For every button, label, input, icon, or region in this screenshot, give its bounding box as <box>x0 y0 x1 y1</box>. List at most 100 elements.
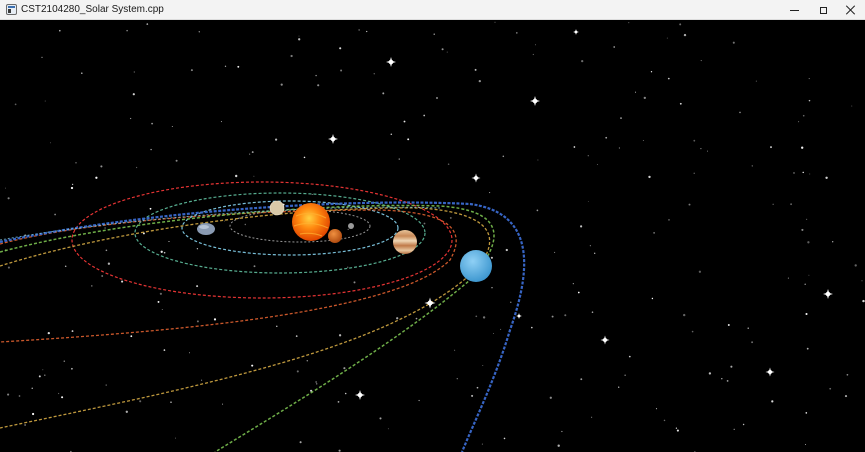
star <box>651 297 654 300</box>
star <box>244 223 247 226</box>
bright-star-core <box>825 291 831 297</box>
star <box>249 153 251 155</box>
star <box>730 365 733 368</box>
star <box>276 325 278 328</box>
star <box>801 228 804 231</box>
star <box>415 317 418 320</box>
star <box>573 146 576 148</box>
star <box>663 419 666 422</box>
star <box>700 147 702 150</box>
star <box>844 395 848 398</box>
star <box>275 138 278 141</box>
star <box>808 78 810 80</box>
star <box>596 164 598 165</box>
star <box>296 370 299 373</box>
star <box>642 140 644 141</box>
bright-star-core <box>330 136 336 142</box>
star <box>653 232 655 234</box>
star <box>742 423 745 426</box>
star <box>551 315 554 318</box>
star <box>854 264 857 267</box>
close-button[interactable] <box>835 0 865 20</box>
star <box>71 330 74 333</box>
star <box>81 72 83 74</box>
star <box>500 328 502 330</box>
star <box>481 443 483 445</box>
render-viewport[interactable] <box>0 20 865 452</box>
star <box>100 165 103 168</box>
star <box>403 120 406 123</box>
star <box>490 256 493 259</box>
planet-mars <box>328 229 342 243</box>
planet-uranus <box>460 250 492 282</box>
star <box>130 335 133 338</box>
star <box>149 207 152 210</box>
star <box>591 311 594 313</box>
star <box>798 121 800 123</box>
star <box>691 330 694 333</box>
star <box>557 444 560 447</box>
star <box>168 240 170 243</box>
star <box>549 396 552 399</box>
star <box>666 37 668 39</box>
star <box>298 38 301 41</box>
star <box>587 201 589 202</box>
star <box>135 166 138 169</box>
star <box>59 29 61 32</box>
star <box>751 341 754 344</box>
star <box>41 56 43 59</box>
star <box>170 401 172 404</box>
bright-star-core <box>427 300 433 306</box>
star <box>14 103 17 106</box>
title-bar[interactable]: CST2104280_Solar System.cpp <box>0 0 865 20</box>
star <box>253 265 256 268</box>
star <box>688 203 691 206</box>
star <box>337 401 340 403</box>
star <box>379 417 382 420</box>
star <box>338 449 341 452</box>
maximize-icon <box>819 6 827 14</box>
star <box>18 395 21 397</box>
star <box>683 33 687 37</box>
star <box>387 428 389 430</box>
sun <box>292 203 330 241</box>
star <box>251 364 254 367</box>
star <box>537 159 539 161</box>
star <box>38 375 41 378</box>
star <box>605 136 608 139</box>
star <box>482 316 486 319</box>
star <box>648 175 651 179</box>
star <box>311 194 313 195</box>
star <box>825 176 828 179</box>
star <box>668 219 670 221</box>
star <box>71 183 74 186</box>
star <box>303 156 306 159</box>
star <box>344 392 347 395</box>
star <box>91 285 93 287</box>
star <box>5 187 6 189</box>
star <box>237 65 240 68</box>
star <box>44 374 46 376</box>
star <box>366 30 368 33</box>
star <box>175 159 178 162</box>
star <box>175 437 177 439</box>
star <box>805 444 807 446</box>
star <box>510 301 512 303</box>
star <box>104 227 106 229</box>
star <box>160 250 163 253</box>
star <box>804 283 806 286</box>
star <box>683 313 686 317</box>
minimize-button[interactable] <box>778 0 810 20</box>
star <box>805 218 808 221</box>
star <box>580 378 583 381</box>
star <box>861 280 863 282</box>
star <box>515 32 518 34</box>
star <box>732 41 735 44</box>
star <box>771 400 774 403</box>
star <box>493 333 494 334</box>
star <box>235 174 238 178</box>
star <box>494 21 496 23</box>
star <box>503 437 506 440</box>
star <box>790 203 792 206</box>
star <box>628 22 630 24</box>
